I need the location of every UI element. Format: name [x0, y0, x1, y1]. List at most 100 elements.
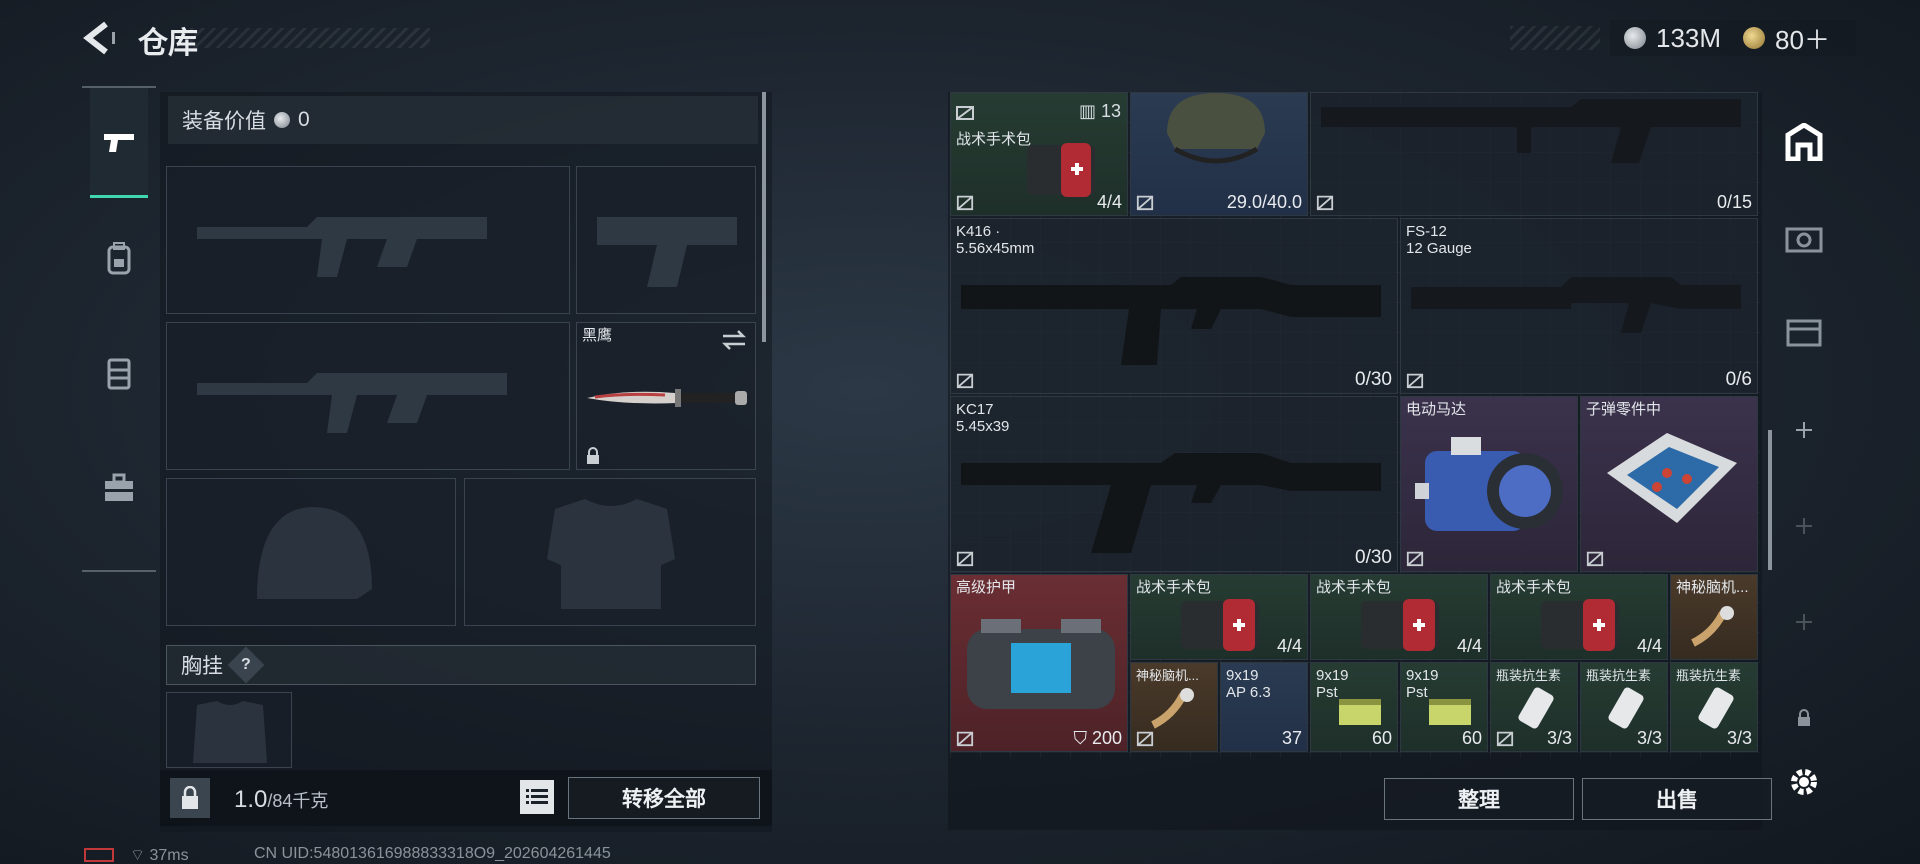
ammo-count: 0/15 — [1716, 192, 1752, 212]
list-icon — [526, 789, 548, 804]
item-count: 4/4 — [1456, 636, 1482, 656]
equipment-scrollbar[interactable] — [762, 92, 766, 342]
stash-item-motor[interactable]: 电动马达 — [1400, 396, 1578, 572]
stash-home-tab[interactable] — [1776, 112, 1832, 172]
weapon-name: K416 · 5.56x45mm — [956, 223, 1035, 257]
settings-button[interactable] — [1776, 752, 1832, 812]
armor-slot[interactable] — [464, 478, 756, 626]
equipment-value: 0 — [298, 108, 310, 131]
add-page-button[interactable] — [1776, 400, 1832, 460]
item-name: 神秘脑机... — [1676, 579, 1749, 596]
no-insure-icon — [956, 195, 974, 211]
ammo-count: 0/30 — [1355, 547, 1392, 568]
stash-item-k416[interactable]: K416 · 5.56x45mm 0/30 — [950, 218, 1398, 394]
pistol-slot[interactable] — [576, 166, 756, 314]
stash-page-3[interactable] — [1776, 302, 1832, 362]
stash-item-kc17[interactable]: KC17 5.45x39 0/30 — [950, 396, 1398, 572]
item-name: 战术手术包 — [956, 131, 1032, 148]
tab-vest[interactable] — [90, 318, 148, 428]
stash-item-ammo[interactable]: 9x19 Pst 60 — [1310, 662, 1398, 752]
tab-case[interactable] — [90, 433, 148, 543]
stash-scrollbar[interactable] — [1768, 430, 1772, 570]
add-page-button[interactable] — [1776, 496, 1832, 556]
durability: 29.0/40.0 — [1226, 192, 1302, 212]
tab-weapons[interactable] — [90, 88, 148, 198]
no-insure-icon — [956, 731, 974, 747]
chest-rig-slot[interactable] — [166, 692, 292, 768]
stash-item-ammo[interactable]: 9x19 Pst 60 — [1400, 662, 1488, 752]
antibiotic-bottle-icon — [1698, 687, 1734, 729]
pistol-silhouette-icon — [597, 217, 737, 287]
ammo-count: 60 — [1371, 728, 1392, 748]
backpack-icon — [107, 242, 131, 275]
helmet-icon — [1167, 93, 1265, 164]
knife-name: 黑鹰 — [582, 327, 613, 344]
equipment-value-label: 装备价值 — [182, 110, 266, 133]
shotgun-icon — [1411, 277, 1741, 333]
battery-icon — [84, 848, 114, 862]
gold-balance[interactable]: 80＋ — [1775, 20, 1830, 57]
medkit-icon — [1361, 599, 1439, 651]
swap-icon[interactable] — [721, 329, 747, 351]
melee-slot[interactable]: 黑鹰 — [576, 322, 756, 470]
ammo-count: 0/30 — [1355, 369, 1392, 390]
stash-item[interactable]: 战术手术包 ▥ 13 4/4 — [950, 92, 1128, 216]
silver-coin-icon — [1624, 27, 1646, 49]
no-insure-icon — [956, 551, 974, 567]
item-name: 战术手术包 — [1316, 579, 1392, 596]
transfer-all-button[interactable]: 转移全部 — [568, 777, 760, 819]
stash-item-weapon[interactable]: 0/15 — [1310, 92, 1758, 216]
currency-decoration — [1510, 26, 1600, 50]
network-status: ⌔ 37ms — [130, 845, 189, 864]
helmet-silhouette-icon — [257, 507, 372, 599]
antibiotic-bottle-icon — [1608, 687, 1644, 729]
item-count: 3/3 — [1546, 728, 1572, 748]
item-name: 战术手术包 — [1136, 579, 1212, 596]
safe-icon — [1785, 227, 1823, 253]
lock-icon — [587, 447, 599, 464]
help-icon[interactable]: ? — [227, 646, 265, 684]
helmet-slot[interactable] — [166, 478, 456, 626]
stash-item-ammo[interactable]: 9x19 AP 6.3 37 — [1220, 662, 1308, 752]
silver-coin-icon — [274, 112, 290, 128]
stash-item-fs12[interactable]: FS-12 12 Gauge 0/6 — [1400, 218, 1758, 394]
add-page-button[interactable] — [1776, 592, 1832, 652]
stash-item-antibiotic[interactable]: 瓶装抗生素 3/3 — [1490, 662, 1578, 752]
stash-item-medkit[interactable]: 战术手术包 4/4 — [1490, 574, 1668, 660]
stash-item-armor[interactable]: 高级护甲 ⛉ 200 — [950, 574, 1128, 752]
stack-badge: ▥ 13 — [1078, 101, 1121, 121]
stash-item-medkit[interactable]: 战术手术包 4/4 — [1130, 574, 1308, 660]
no-insure-icon — [956, 106, 974, 120]
chest-rig-header: 胸挂 ? — [166, 645, 756, 685]
electric-motor-icon — [1415, 437, 1563, 531]
stash-item-medkit[interactable]: 战术手术包 4/4 — [1310, 574, 1488, 660]
briefcase-icon — [105, 473, 133, 501]
primary-weapon-slot[interactable] — [166, 166, 570, 314]
stash-item-ammo-parts[interactable]: 子弹零件中 — [1580, 396, 1758, 572]
item-name: 子弹零件中 — [1586, 401, 1662, 418]
stash-item-antibiotic[interactable]: 瓶装抗生素 3/3 — [1670, 662, 1758, 752]
stash-page-2[interactable] — [1776, 208, 1832, 268]
stash-item-neural-chip[interactable]: 神秘脑机... — [1670, 574, 1758, 660]
equipment-value-header: 装备价值 0 — [168, 96, 758, 144]
sort-button[interactable]: 整理 — [1384, 778, 1574, 820]
back-arrow-icon — [83, 21, 115, 55]
knife-image-icon — [587, 389, 747, 407]
item-name: 神秘脑机... — [1136, 668, 1199, 683]
stash-item-neural-chip[interactable]: 神秘脑机... — [1130, 662, 1218, 752]
weapon-name: KC17 5.45x39 — [956, 401, 1010, 435]
gold-coin-icon — [1743, 27, 1766, 49]
sell-button[interactable]: 出售 — [1582, 778, 1772, 820]
tab-backpack[interactable] — [90, 203, 148, 313]
stash-item-antibiotic[interactable]: 瓶装抗生素 3/3 — [1580, 662, 1668, 752]
secondary-weapon-slot[interactable] — [166, 322, 570, 470]
stash-item-helmet[interactable]: 29.0/40.0 — [1130, 92, 1308, 216]
list-view-button[interactable] — [520, 780, 554, 814]
rifle-silhouette-icon — [197, 373, 507, 433]
armor-silhouette-icon — [547, 499, 675, 609]
locked-page[interactable] — [1776, 688, 1832, 748]
rifle-icon — [1321, 99, 1741, 163]
back-button[interactable] — [80, 18, 120, 58]
medkit-icon — [1181, 599, 1259, 651]
page-title: 仓库 — [138, 27, 198, 60]
